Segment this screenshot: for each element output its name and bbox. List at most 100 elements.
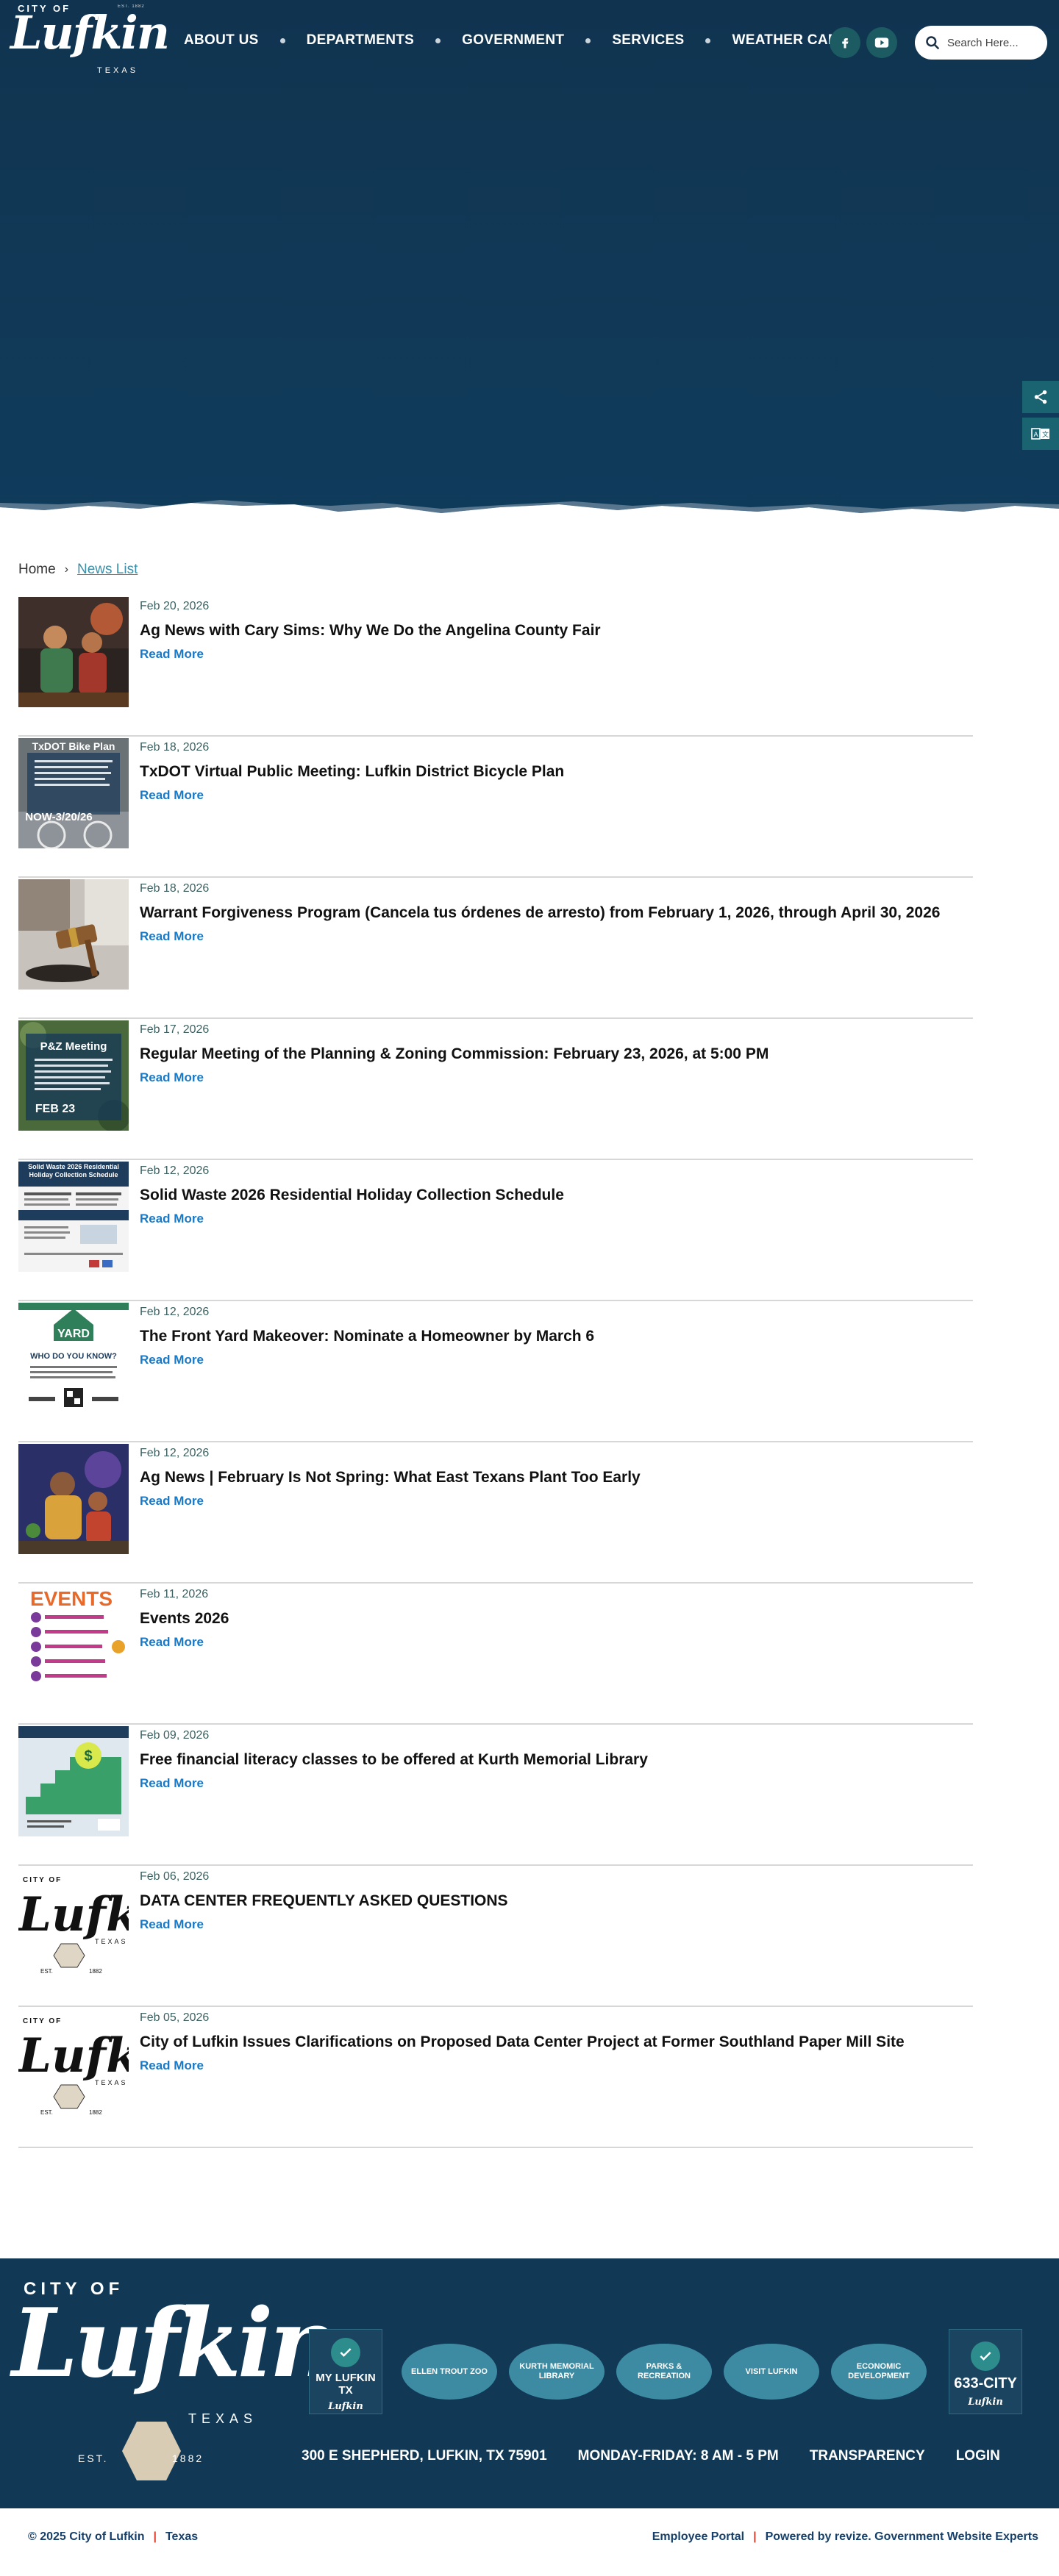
read-more-link[interactable]: Read More [140, 1212, 204, 1226]
read-more-link[interactable]: Read More [140, 1353, 204, 1367]
breadcrumb-home[interactable]: Home [18, 562, 56, 578]
read-more-link[interactable]: Read More [140, 1776, 204, 1791]
powered-by-link[interactable]: Powered by revize. Government Website Ex… [766, 2530, 1038, 2544]
quicklink-my-lufkin[interactable]: MY LUFKIN TX Lufkin [309, 2329, 382, 2414]
news-date: Feb 05, 2026 [140, 2011, 210, 2024]
news-thumbnail[interactable]: $ [18, 1726, 129, 1836]
main-nav: ABOUT US DEPARTMENTS GOVERNMENT SERVICES… [184, 32, 840, 49]
divider: | [153, 2530, 157, 2543]
torn-paper-edge [0, 500, 1059, 544]
footer-logo-name: Lufkin [12, 2289, 338, 2399]
thumb-text: TxDOT Bike Plan [32, 740, 115, 752]
quicklink-zoo[interactable]: ELLEN TROUT ZOO [402, 2344, 497, 2400]
news-item: Solid Waste 2026 Residential Holiday Col… [18, 1160, 973, 1301]
app-pin-icon [971, 2341, 1000, 2371]
read-more-link[interactable]: Read More [140, 1917, 204, 1932]
news-title[interactable]: Regular Meeting of the Planning & Zoning… [140, 1043, 963, 1065]
read-more-link[interactable]: Read More [140, 647, 204, 662]
read-more-link[interactable]: Read More [140, 1635, 204, 1650]
news-title[interactable]: DATA CENTER FREQUENTLY ASKED QUESTIONS [140, 1890, 963, 1911]
quicklink-visit[interactable]: VISIT LUFKIN [724, 2344, 819, 2400]
employee-portal-link[interactable]: Employee Portal [652, 2530, 744, 2544]
news-thumbnail[interactable]: CITY OF Lufkin TEXAS EST. 1882 [18, 2008, 129, 2119]
bottom-bar: © 2025 City of Lufkin | Texas Employee P… [0, 2508, 1059, 2576]
news-item: YARD WHO DO YOU KNOW? Feb 12, 2026 The F… [18, 1301, 973, 1442]
youtube-icon[interactable] [866, 27, 897, 58]
news-item: $ Feb 09, 2026 Free financial literacy c… [18, 1725, 973, 1866]
share-icon[interactable] [1022, 381, 1059, 413]
quicklink-parks[interactable]: PARKS & RECREATION [616, 2344, 712, 2400]
thumb-text: YARD [57, 1328, 90, 1340]
news-date: Feb 11, 2026 [140, 1588, 209, 1600]
news-thumbnail[interactable]: Solid Waste 2026 Residential Holiday Col… [18, 1162, 129, 1272]
logo-state: TEXAS [97, 66, 139, 75]
quicklink-library[interactable]: KURTH MEMORIAL LIBRARY [509, 2344, 605, 2400]
svg-text:1882: 1882 [89, 2109, 102, 2116]
news-title[interactable]: TxDOT Virtual Public Meeting: Lufkin Dis… [140, 761, 963, 782]
news-title[interactable]: City of Lufkin Issues Clarifications on … [140, 2031, 963, 2053]
news-title[interactable]: Warrant Forgiveness Program (Cancela tus… [140, 902, 963, 923]
site-footer: CITY OF Lufkin TEXAS EST. 1882 MY LUFKIN… [0, 2258, 1059, 2508]
transparency-link[interactable]: TRANSPARENCY [810, 2448, 925, 2464]
search-input[interactable] [947, 36, 1035, 49]
quicklink-label: ELLEN TROUT ZOO [411, 2366, 488, 2376]
svg-text:CITY OF: CITY OF [23, 2017, 62, 2025]
footer-logo-state: TEXAS [188, 2411, 258, 2426]
news-thumbnail[interactable]: P&Z Meeting FEB 23 [18, 1020, 129, 1131]
nav-separator [279, 37, 285, 43]
news-thumbnail[interactable]: EVENTS [18, 1585, 129, 1695]
breadcrumb-current[interactable]: News List [77, 562, 138, 578]
news-thumbnail[interactable]: TxDOT Bike Plan NOW-3/20/26 [18, 738, 129, 848]
quicklink-economic[interactable]: ECONOMIC DEVELOPMENT [831, 2344, 927, 2400]
footer-logo[interactable]: CITY OF Lufkin TEXAS EST. 1882 [12, 2279, 338, 2485]
nav-services[interactable]: SERVICES [612, 32, 684, 49]
news-title[interactable]: Free financial literacy classes to be of… [140, 1749, 963, 1770]
texas-link[interactable]: Texas [165, 2530, 198, 2544]
read-more-link[interactable]: Read More [140, 1070, 204, 1085]
news-title[interactable]: Solid Waste 2026 Residential Holiday Col… [140, 1184, 963, 1206]
nav-weather-cam[interactable]: WEATHER CAM [732, 32, 840, 49]
read-more-link[interactable]: Read More [140, 1494, 204, 1509]
read-more-link[interactable]: Read More [140, 2058, 204, 2073]
search-box[interactable] [915, 26, 1047, 60]
nav-about-us[interactable]: ABOUT US [184, 32, 259, 49]
news-thumbnail[interactable]: CITY OF Lufkin TEXAS EST. 1882 [18, 1867, 129, 1978]
news-thumbnail[interactable]: YARD WHO DO YOU KNOW? [18, 1303, 129, 1413]
nav-separator [585, 37, 591, 43]
quicklink-633-city[interactable]: 633-CITY Lufkin [949, 2329, 1022, 2414]
nav-separator [435, 37, 441, 43]
news-thumbnail[interactable] [18, 597, 129, 707]
facebook-icon[interactable] [830, 27, 860, 58]
read-more-link[interactable]: Read More [140, 929, 204, 944]
svg-text:TEXAS: TEXAS [95, 2079, 128, 2086]
nav-departments[interactable]: DEPARTMENTS [307, 32, 415, 49]
svg-text:Lufkin: Lufkin [18, 1887, 129, 1942]
news-title[interactable]: The Front Yard Makeover: Nominate a Home… [140, 1325, 963, 1347]
thumb-subtext: FEB 23 [35, 1103, 75, 1115]
news-item: Feb 18, 2026 Warrant Forgiveness Program… [18, 878, 973, 1019]
divider: | [753, 2530, 757, 2543]
login-link[interactable]: LOGIN [956, 2448, 1000, 2464]
news-thumbnail[interactable] [18, 1444, 129, 1554]
news-title[interactable]: Ag News | February Is Not Spring: What E… [140, 1467, 963, 1488]
hero-banner: CITY OF EST. 1882 Lufkin TEXAS ABOUT US … [0, 0, 1059, 544]
news-title[interactable]: Ag News with Cary Sims: Why We Do the An… [140, 620, 963, 641]
city-logo[interactable]: CITY OF EST. 1882 Lufkin TEXAS [10, 3, 170, 76]
news-title[interactable]: Events 2026 [140, 1608, 963, 1629]
read-more-link[interactable]: Read More [140, 788, 204, 803]
news-thumbnail[interactable] [18, 879, 129, 990]
svg-text:EST.: EST. [40, 2109, 53, 2116]
thumb-text: EVENTS [30, 1587, 113, 1610]
quick-links: MY LUFKIN TX Lufkin ELLEN TROUT ZOO KURT… [309, 2329, 1022, 2414]
search-icon[interactable] [925, 35, 940, 50]
news-date: Feb 09, 2026 [140, 1729, 210, 1742]
footer-address: 300 E SHEPHERD, LUFKIN, TX 75901 [302, 2448, 547, 2464]
news-item: Feb 20, 2026 Ag News with Cary Sims: Why… [18, 595, 973, 737]
news-item: P&Z Meeting FEB 23 Feb 17, 2026 Regular … [18, 1019, 973, 1160]
nav-government[interactable]: GOVERNMENT [462, 32, 564, 49]
news-date: Feb 12, 2026 [140, 1447, 210, 1459]
thumb-text: Solid Waste 2026 Residential Holiday Col… [28, 1163, 119, 1178]
news-list: Feb 20, 2026 Ag News with Cary Sims: Why… [18, 595, 973, 2148]
footer-logo-est: EST. [78, 2452, 109, 2464]
translate-icon[interactable]: A文 [1022, 418, 1059, 450]
